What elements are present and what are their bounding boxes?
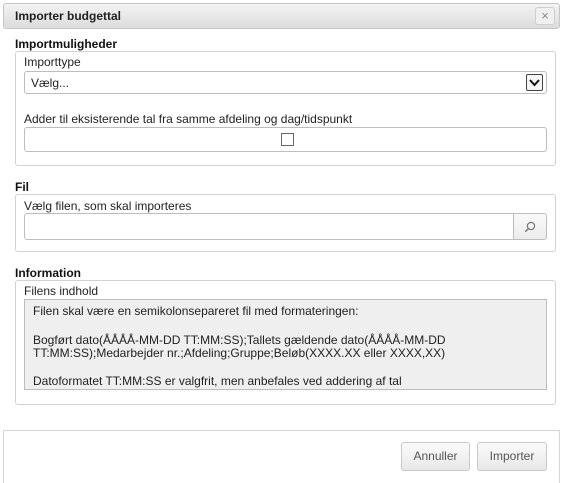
import-options-heading: Importmuligheder [15, 37, 118, 51]
import-budget-dialog: Importer budgettal × Importmuligheder Im… [0, 0, 564, 483]
browse-file-button[interactable] [513, 213, 547, 240]
chevron-down-icon [526, 74, 543, 91]
import-type-label: Importtype [24, 55, 81, 69]
close-icon: × [541, 8, 549, 23]
info-line-date-note: Datoformatet TT:MM:SS er valgfrit, men a… [33, 374, 402, 388]
cancel-button[interactable]: Annuller [401, 442, 470, 471]
search-icon [524, 221, 536, 233]
info-line-format-intro: Filen skal være en semikolonsepareret fi… [33, 304, 359, 318]
add-existing-field [24, 127, 547, 152]
import-button[interactable]: Importer [477, 442, 547, 471]
file-heading: Fil [15, 180, 29, 194]
add-existing-checkbox[interactable] [281, 133, 294, 146]
import-type-selected-value: Vælg... [31, 76, 70, 90]
footer-right-border [559, 430, 560, 483]
dialog-title: Importer budgettal [15, 9, 122, 23]
file-label: Vælg filen, som skal importeres [24, 199, 192, 213]
file-path-input[interactable] [24, 213, 514, 240]
close-button[interactable]: × [535, 7, 555, 25]
info-line-format-spec-2: TT:MM:SS);Medarbejder nr.;Afdeling;Grupp… [33, 346, 446, 360]
file-content-label: Filens indhold [24, 284, 99, 298]
dialog-titlebar: Importer budgettal × [3, 3, 560, 29]
information-heading: Information [15, 266, 81, 280]
footer-divider [3, 430, 560, 431]
file-format-info: Filen skal være en semikolonsepareret fi… [24, 299, 547, 390]
import-type-select[interactable]: Vælg... [24, 71, 547, 94]
footer-left-border [3, 430, 4, 483]
add-existing-label: Adder til eksisterende tal fra samme afd… [24, 112, 353, 126]
